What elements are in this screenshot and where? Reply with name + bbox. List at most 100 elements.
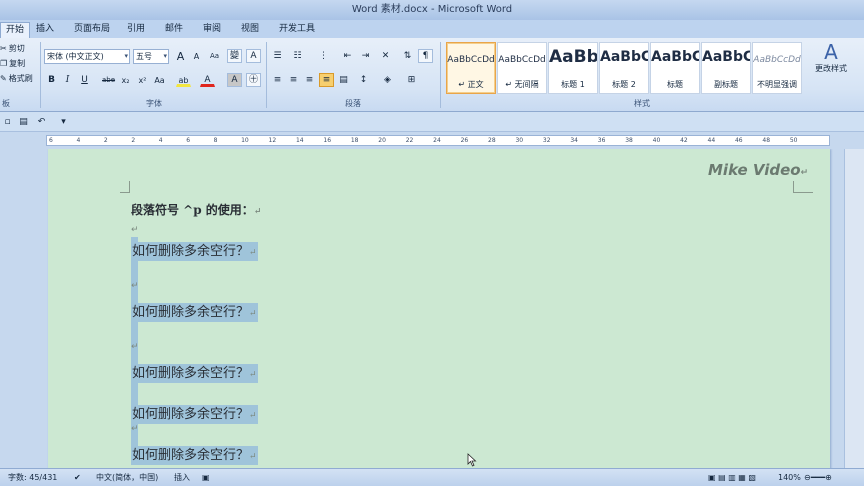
multilevel-list-button[interactable]: ⋮ (316, 49, 331, 63)
italic-button[interactable]: I (60, 73, 75, 87)
style-title[interactable]: AaBbC 标题 (650, 42, 700, 94)
spell-check-icon[interactable]: ✔ (74, 472, 81, 484)
word-count[interactable]: 字数: 45/431 (8, 472, 57, 484)
justify-button[interactable]: ≡ (319, 73, 334, 87)
selected-line[interactable]: 如何删除多余空行？↵ (131, 301, 258, 322)
tab-review[interactable]: 审阅 (198, 22, 226, 38)
shrink-font-button[interactable]: A (189, 49, 204, 63)
tab-developer[interactable]: 开发工具 (274, 22, 320, 38)
change-case-button[interactable]: Aa (152, 73, 167, 87)
underline-button[interactable]: U (77, 73, 92, 87)
char-shading-button[interactable]: A (227, 73, 242, 87)
bold-button[interactable]: B (44, 73, 59, 87)
change-styles-button[interactable]: A 更改样式 (815, 42, 847, 74)
document-area: Mike Video↵ 段落符号 ^p 的使用：↵ ↵ 如何删除多余空行？↵ ↵… (0, 149, 864, 468)
undo-icon[interactable]: ↶ (34, 115, 49, 129)
ruler-number: 20 (378, 137, 386, 144)
selected-line[interactable]: 如何删除多余空行？↵ (131, 240, 258, 261)
distribute-icon: ▤ (339, 75, 348, 85)
ruler-number: 38 (625, 137, 633, 144)
ruler-number: 22 (405, 137, 414, 144)
view-buttons[interactable]: ▣ ▤ ▥ ▦ ▧ (708, 472, 756, 484)
selected-line[interactable]: 如何删除多余空行？↵ (131, 403, 258, 424)
cut-button[interactable]: ✂ 剪切 (0, 43, 25, 54)
print-preview-icon[interactable]: ▤ (16, 115, 31, 129)
chinese-layout-icon: ✕ (381, 51, 390, 61)
zoom-slider[interactable]: ⊖━━━⊕ (804, 472, 832, 484)
format-painter-button[interactable]: ✎ 格式刷 (0, 73, 33, 84)
vertical-scrollbar[interactable] (844, 149, 864, 468)
copy-button[interactable]: ❐ 复制 (0, 58, 25, 69)
ruler-track[interactable]: 6 4 2 2 4 6 8 10 12 14 16 18 20 22 24 26 28 30 32 34 36 38 40 4… (46, 135, 830, 146)
style-normal[interactable]: AaBbCcDd ↵ 正文 (446, 42, 496, 94)
style-heading-1[interactable]: AaBb 标题 1 (548, 42, 598, 94)
distributed-button[interactable]: ▤ (336, 73, 351, 87)
style-subtle-emphasis[interactable]: AaBbCcDd 不明显强调 (752, 42, 802, 94)
scissors-icon: ✂ (0, 44, 7, 53)
align-left-button[interactable]: ≡ (270, 73, 285, 87)
macro-record-icon[interactable]: ▣ (202, 472, 210, 484)
line-spacing-button[interactable]: ↕ (356, 73, 371, 87)
brush-icon: ✎ (0, 74, 7, 83)
bullets-button[interactable]: ☰ (270, 49, 285, 63)
subscript-button[interactable]: x₂ (118, 73, 133, 87)
decrease-indent-button[interactable]: ⇤ (340, 49, 355, 63)
increase-indent-button[interactable]: ⇥ (358, 49, 373, 63)
insert-mode-indicator[interactable]: 插入 (174, 472, 190, 484)
superscript-button[interactable]: x² (135, 73, 150, 87)
document-page[interactable]: Mike Video↵ 段落符号 ^p 的使用：↵ ↵ 如何删除多余空行？↵ ↵… (48, 149, 830, 468)
tab-insert[interactable]: 插入 (31, 22, 59, 38)
char-border-button[interactable]: A (246, 49, 261, 63)
outdent-icon: ⇤ (343, 51, 352, 61)
ruler-number: 44 (707, 137, 716, 144)
multilevel-list-icon: ⋮ (319, 51, 328, 61)
tab-home[interactable]: 开始 (0, 22, 31, 38)
tab-references[interactable]: 引用 (122, 22, 150, 38)
tab-view[interactable]: 视图 (236, 22, 264, 38)
align-center-button[interactable]: ≡ (286, 73, 301, 87)
customize-toolbar-icon[interactable]: ▾ (56, 115, 71, 129)
ruler-number: 36 (597, 137, 606, 144)
margin-corner-mark (120, 181, 130, 193)
shading-button[interactable]: ◈ (380, 73, 395, 87)
sort-button[interactable]: ⇅ (400, 49, 415, 63)
style-no-spacing[interactable]: AaBbCcDd ↵ 无间隔 (497, 42, 547, 94)
group-divider (440, 42, 441, 108)
selected-line[interactable]: 如何删除多余空行？↵ (131, 362, 258, 383)
tab-mailings[interactable]: 邮件 (160, 22, 188, 38)
ruler-number: 34 (570, 137, 578, 144)
style-heading-2[interactable]: AaBbC 标题 2 (599, 42, 649, 94)
paragraph-group-label: 段落 (345, 99, 361, 108)
clipboard-group-label: 板 (2, 99, 10, 108)
numbering-button[interactable]: ☷ (290, 49, 305, 63)
enclose-char-button[interactable]: ㊉ (246, 73, 261, 87)
font-name-combo[interactable]: 宋体 (中文正文) ▾ (44, 49, 130, 64)
align-right-button[interactable]: ≡ (302, 73, 317, 87)
heading-paragraph[interactable]: 段落符号 ^p 的使用：↵ (131, 201, 261, 218)
ribbon: ✂ 剪切 ❐ 复制 ✎ 格式刷 板 宋体 (中文正文) ▾ 五号 ▾ A A Aa 變 A… (0, 38, 864, 112)
style-subtitle[interactable]: AaBbC 副标题 (701, 42, 751, 94)
clear-format-button[interactable]: Aa (207, 49, 222, 63)
horizontal-ruler: 6 4 2 2 4 6 8 10 12 14 16 18 20 22 24 26 28 30 32 34 36 38 40 4… (0, 132, 864, 149)
group-divider (266, 42, 267, 108)
selected-line[interactable]: 如何删除多余空行？↵ (131, 444, 258, 465)
title-bar: Word 素材.docx - Microsoft Word (0, 0, 864, 20)
save-icon[interactable]: ▫ (0, 115, 15, 129)
chinese-layout-button[interactable]: ✕ (378, 49, 393, 63)
font-color-button[interactable]: A (200, 73, 215, 87)
strikethrough-button[interactable]: abe (101, 73, 116, 87)
language-indicator[interactable]: 中文(简体，中国) (96, 472, 158, 484)
zoom-level[interactable]: 140% (778, 472, 801, 484)
ruler-number: 4 (76, 137, 81, 144)
show-marks-button[interactable]: ¶ (418, 49, 433, 63)
pilcrow-icon: ¶ (422, 51, 429, 61)
font-size-combo[interactable]: 五号 ▾ (133, 49, 169, 64)
watermark-text: Mike Video↵ (708, 161, 809, 179)
ruler-number: 6 (186, 137, 191, 144)
tab-page-layout[interactable]: 页面布局 (69, 22, 115, 38)
grow-font-button[interactable]: A (173, 49, 188, 63)
highlight-button[interactable]: ab (176, 73, 191, 87)
phonetic-guide-button[interactable]: 變 (227, 49, 242, 63)
circle-char-icon: ㊉ (248, 75, 258, 85)
borders-button[interactable]: ⊞ (404, 73, 419, 87)
